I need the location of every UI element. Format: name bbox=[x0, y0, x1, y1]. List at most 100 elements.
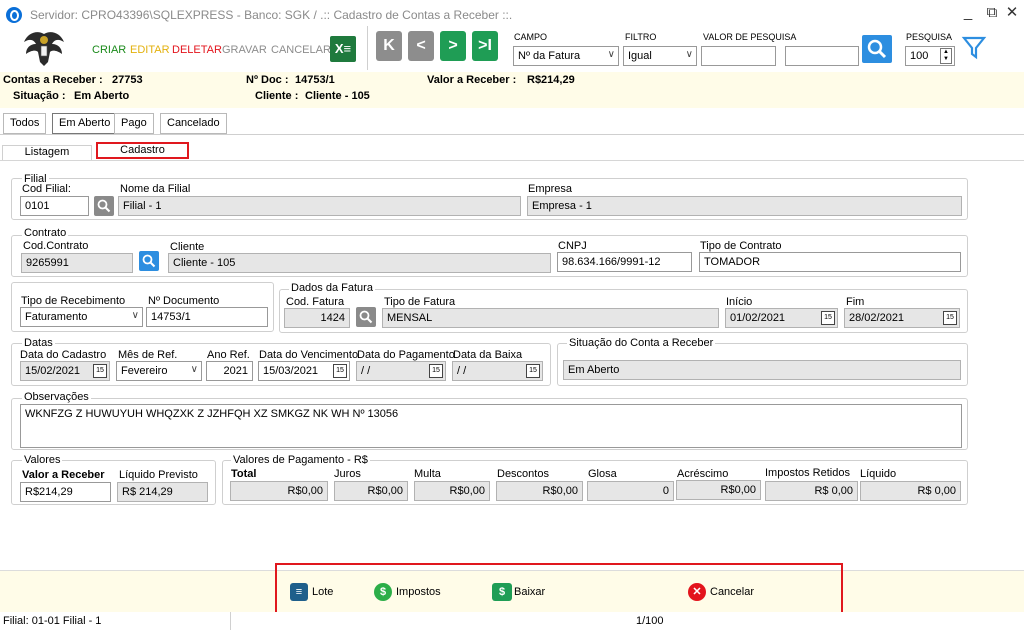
spinner-arrows-icon[interactable]: ▲ ▼ bbox=[940, 48, 952, 64]
status-bar: Filial: 01-01 Filial - 1 1/100 bbox=[0, 612, 1024, 630]
acrescimo-label: Acréscimo bbox=[677, 468, 729, 480]
valor-receber-input[interactable]: R$214,29 bbox=[20, 482, 111, 502]
last-record-button[interactable]: >I bbox=[472, 31, 498, 61]
valor-pesquisa-label: VALOR DE PESQUISA bbox=[703, 32, 797, 42]
cancelar-action-label: Cancelar bbox=[710, 586, 755, 598]
calendar-icon[interactable]: 15 bbox=[429, 364, 443, 378]
contrato-search-button[interactable] bbox=[139, 251, 159, 271]
tipo-contrato-label: Tipo de Contrato bbox=[700, 240, 782, 252]
tab-todos[interactable]: Todos bbox=[3, 113, 47, 134]
valor-pesquisa-input-2[interactable] bbox=[785, 46, 859, 66]
filial-search-button[interactable] bbox=[94, 196, 114, 216]
tab-em-aberto[interactable]: Em Aberto bbox=[52, 113, 118, 134]
company-logo bbox=[24, 32, 64, 66]
lote-button[interactable]: ≡ Lote bbox=[290, 583, 340, 603]
contrato-group-title: Contrato bbox=[22, 227, 69, 239]
data-pagamento-label: Data do Pagamento bbox=[357, 349, 455, 361]
tab-pago[interactable]: Pago bbox=[114, 113, 154, 134]
chevron-down-icon: ∨ bbox=[131, 310, 139, 321]
first-record-button[interactable]: K bbox=[376, 31, 402, 61]
impostos-button[interactable]: $ Impostos bbox=[374, 583, 444, 603]
juros-field: R$0,00 bbox=[334, 481, 408, 501]
data-cadastro-value: 15/02/2021 bbox=[25, 365, 81, 377]
lote-label: Lote bbox=[312, 586, 334, 598]
cod-filial-input[interactable]: 0101 bbox=[20, 196, 89, 216]
observacoes-textarea[interactable]: WKNFZG Z HUWUYUH WHQZXK Z JZHFQH XZ SMKG… bbox=[20, 404, 962, 448]
liquido-previsto-field: R$ 214,29 bbox=[117, 482, 208, 502]
impostos-retidos-field: R$ 0,00 bbox=[765, 481, 858, 501]
ndoc-value: 14753/1 bbox=[295, 74, 335, 86]
mes-ref-select[interactable]: Fevereiro ∨ bbox=[116, 361, 202, 381]
status-divider bbox=[230, 612, 231, 630]
calendar-icon[interactable]: 15 bbox=[821, 311, 835, 325]
data-pagamento-field: / / 15 bbox=[356, 361, 446, 381]
campo-select[interactable]: Nº da Fatura ∨ bbox=[513, 46, 619, 66]
tipo-contrato-input[interactable]: TOMADOR bbox=[699, 252, 961, 272]
situacao-field: Em Aberto bbox=[563, 360, 961, 380]
valor-pesquisa-input[interactable] bbox=[701, 46, 776, 66]
cod-contrato-label: Cod.Contrato bbox=[23, 240, 89, 252]
criar-button[interactable]: CRIAR bbox=[92, 44, 126, 56]
liquido-field: R$ 0,00 bbox=[860, 481, 961, 501]
situacao-value: Em Aberto bbox=[74, 90, 130, 102]
fatura-search-button[interactable] bbox=[356, 307, 376, 327]
minimize-button[interactable]: _ bbox=[958, 3, 978, 23]
excel-icon[interactable]: X≡ bbox=[330, 36, 356, 62]
pesquisa-limit-spinner[interactable]: 100 ▲ ▼ bbox=[905, 46, 955, 66]
calendar-icon[interactable]: 15 bbox=[333, 364, 347, 378]
filter-button[interactable] bbox=[960, 34, 988, 62]
contas-value: 27753 bbox=[112, 74, 143, 86]
tipo-fatura-field: MENSAL bbox=[382, 308, 719, 328]
inicio-date-field: 01/02/2021 15 bbox=[725, 308, 838, 328]
pesquisa-label: PESQUISA bbox=[906, 32, 953, 42]
close-circle-icon: ✕ bbox=[688, 583, 706, 601]
tab-cancelado[interactable]: Cancelado bbox=[160, 113, 227, 134]
previous-record-button[interactable]: < bbox=[408, 31, 434, 61]
editar-button[interactable]: EDITAR bbox=[130, 44, 170, 56]
cancelar-button[interactable]: CANCELAR bbox=[271, 44, 331, 56]
popout-button[interactable]: ⧉ bbox=[982, 3, 1002, 23]
data-vencimento-input[interactable]: 15/03/2021 15 bbox=[258, 361, 350, 381]
subtab-listagem[interactable]: Listagem bbox=[2, 145, 92, 161]
cancelar-action-button[interactable]: ✕ Cancelar bbox=[688, 583, 758, 603]
descontos-field: R$0,00 bbox=[496, 481, 583, 501]
multa-field: R$0,00 bbox=[414, 481, 490, 501]
calendar-icon[interactable]: 15 bbox=[526, 364, 540, 378]
search-button[interactable] bbox=[862, 35, 892, 63]
n-documento-input[interactable]: 14753/1 bbox=[146, 307, 268, 327]
next-record-button[interactable]: > bbox=[440, 31, 466, 61]
cnpj-input[interactable]: 98.634.166/9991-12 bbox=[557, 252, 692, 272]
tipo-fatura-label: Tipo de Fatura bbox=[384, 296, 456, 308]
liquido-label: Líquido bbox=[860, 468, 897, 480]
data-cadastro-field: 15/02/2021 15 bbox=[20, 361, 110, 381]
calendar-icon[interactable]: 15 bbox=[93, 364, 107, 378]
data-baixa-value: / / bbox=[457, 365, 467, 377]
gravar-button[interactable]: GRAVAR bbox=[222, 44, 267, 56]
valor-receber-label: Valor a Receber bbox=[22, 469, 105, 481]
glosa-field: 0 bbox=[587, 481, 674, 501]
data-baixa-label: Data da Baixa bbox=[453, 349, 523, 361]
ano-ref-input[interactable]: 2021 bbox=[206, 361, 253, 381]
cliente-label: Cliente : bbox=[255, 90, 299, 102]
total-label: Total bbox=[231, 468, 257, 480]
tipo-recebimento-label: Tipo de Recebimento bbox=[21, 295, 126, 307]
contas-label: Contas a Receber : bbox=[3, 74, 103, 86]
baixar-button[interactable]: $ Baixar bbox=[492, 583, 552, 603]
cadastro-panel: Filial Cod Filial: 0101 Nome da Filial F… bbox=[0, 160, 1024, 570]
close-button[interactable]: ✕ bbox=[1002, 3, 1022, 23]
descontos-label: Descontos bbox=[497, 468, 549, 480]
pesquisa-limit-value: 100 bbox=[910, 50, 929, 62]
valores-group-title: Valores bbox=[22, 454, 63, 466]
cnpj-label: CNPJ bbox=[558, 240, 587, 252]
tipo-recebimento-select[interactable]: Faturamento ∨ bbox=[20, 307, 143, 327]
deletar-button[interactable]: DELETAR bbox=[172, 44, 222, 56]
status-pagina: 1/100 bbox=[636, 615, 664, 627]
juros-label: Juros bbox=[334, 468, 361, 480]
search-icon bbox=[359, 310, 373, 324]
impostos-retidos-label: Impostos Retidos bbox=[765, 467, 850, 479]
subtab-cadastro[interactable]: Cadastro bbox=[96, 142, 189, 159]
calendar-icon[interactable]: 15 bbox=[943, 311, 957, 325]
mes-ref-value: Fevereiro bbox=[121, 365, 168, 377]
toolbar: CRIAR EDITAR DELETAR GRAVAR CANCELAR X≡ … bbox=[0, 26, 1024, 72]
filtro-select[interactable]: Igual ∨ bbox=[623, 46, 697, 66]
